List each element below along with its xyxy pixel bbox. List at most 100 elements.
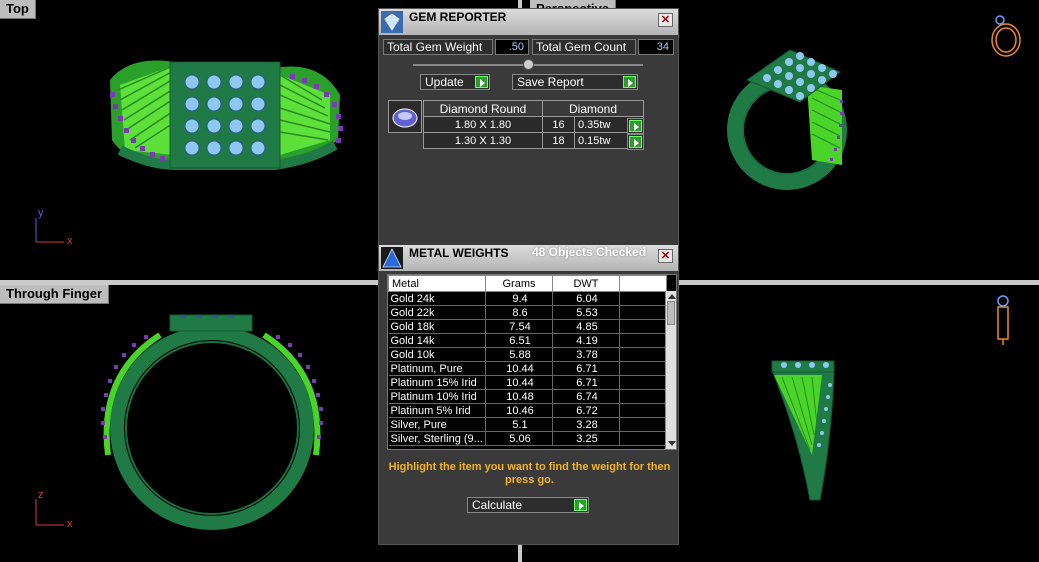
scroll-up-icon[interactable]	[668, 294, 676, 299]
metal-name: Platinum 10% Irid	[388, 389, 486, 404]
gem-count: 18	[542, 132, 575, 149]
viewport-label-top: Top	[0, 0, 36, 19]
go-arrow-icon	[629, 136, 642, 148]
metal-row[interactable]: Silver, Pure 5.1 3.28	[388, 417, 667, 432]
ring-preview-icon	[991, 15, 1021, 57]
side-preview-icon	[997, 295, 1009, 345]
metal-name: Platinum 15% Irid	[388, 375, 486, 390]
metal-dwt: 3.28	[552, 417, 620, 432]
metal-row[interactable]: Platinum, Pure 10.44 6.71	[388, 361, 667, 376]
update-label: Update	[425, 75, 464, 89]
metal-dwt: 3.78	[552, 347, 620, 362]
metal-header-blank	[619, 275, 667, 292]
metal-blank-cell	[619, 305, 667, 320]
metal-grams: 8.6	[485, 305, 553, 320]
gem-reporter-title: GEM REPORTER	[409, 10, 507, 24]
metal-grams: 7.54	[485, 319, 553, 334]
metal-dwt: 6.72	[552, 403, 620, 418]
total-gem-weight-label: Total Gem Weight	[383, 39, 493, 55]
metal-grams: 9.4	[485, 291, 553, 306]
go-arrow-icon	[623, 76, 636, 88]
diamond-thumbnail[interactable]	[388, 100, 422, 133]
metal-scrollbar[interactable]	[665, 291, 676, 449]
metal-weights-icon	[381, 247, 403, 269]
metal-header-grams[interactable]: Grams	[485, 275, 553, 292]
metal-grams: 10.46	[485, 403, 553, 418]
metal-blank-cell	[619, 333, 667, 348]
metal-dwt: 4.19	[552, 333, 620, 348]
close-icon[interactable]: ✕	[658, 249, 673, 263]
metal-blank-cell	[619, 291, 667, 306]
metal-row[interactable]: Platinum 15% Irid 10.44 6.71	[388, 375, 667, 390]
metal-header-metal[interactable]: Metal	[388, 275, 486, 292]
metal-name: Silver, Pure	[388, 417, 486, 432]
save-report-button[interactable]: Save Report	[512, 74, 638, 90]
scroll-down-icon[interactable]	[668, 441, 676, 446]
gem-count: 16	[542, 116, 575, 133]
metal-dwt: 6.71	[552, 361, 620, 376]
metal-weights-title: METAL WEIGHTS	[409, 246, 509, 260]
gem-row-go-button[interactable]	[627, 134, 644, 150]
gem-size: 1.30 X 1.30	[423, 132, 543, 149]
metal-weights-titlebar[interactable]: METAL WEIGHTS 48 Objects Checked ✕	[379, 245, 678, 271]
metal-grams: 10.44	[485, 375, 553, 390]
gem-header-shape: Diamond Round	[423, 100, 543, 117]
metal-row[interactable]: Platinum 10% Irid 10.48 6.74	[388, 389, 667, 404]
metal-blank-cell	[619, 375, 667, 390]
metal-name: Silver, Sterling (9...	[388, 431, 486, 446]
metal-row[interactable]: Gold 10k 5.88 3.78	[388, 347, 667, 362]
metal-name: Gold 10k	[388, 347, 486, 362]
go-arrow-icon	[629, 120, 642, 132]
metal-grams: 5.06	[485, 431, 553, 446]
gem-row[interactable]: 1.30 X 1.30 18 0.15tw	[423, 132, 644, 149]
metal-dwt: 6.04	[552, 291, 620, 306]
gem-row-go-button[interactable]	[627, 118, 644, 134]
metal-blank-cell	[619, 389, 667, 404]
metal-grams: 10.44	[485, 361, 553, 376]
calculate-button[interactable]: Calculate	[467, 497, 589, 513]
calculate-label: Calculate	[472, 498, 523, 512]
metal-row[interactable]: Gold 22k 8.6 5.53	[388, 305, 667, 320]
gem-size: 1.80 X 1.80	[423, 116, 543, 133]
update-button[interactable]: Update	[420, 74, 490, 90]
slider-knob[interactable]	[523, 59, 534, 70]
metal-grams: 5.88	[485, 347, 553, 362]
metal-name: Gold 18k	[388, 319, 486, 334]
metal-blank-cell	[619, 347, 667, 362]
axis-y-label: y	[38, 207, 44, 219]
metal-row[interactable]: Gold 14k 6.51 4.19	[388, 333, 667, 348]
metal-dwt: 6.74	[552, 389, 620, 404]
metal-name: Gold 14k	[388, 333, 486, 348]
metal-blank-cell	[619, 403, 667, 418]
axis-x-label: x	[67, 235, 73, 247]
metal-row[interactable]: Platinum 5% Irid 10.46 6.72	[388, 403, 667, 418]
metal-name: Gold 22k	[388, 305, 486, 320]
axis-x-label-finger: x	[67, 518, 73, 530]
metal-row[interactable]: Gold 24k 9.4 6.04	[388, 291, 667, 306]
metal-header-dwt[interactable]: DWT	[552, 275, 620, 292]
metal-row[interactable]: Gold 18k 7.54 4.85	[388, 319, 667, 334]
metal-grams: 10.48	[485, 389, 553, 404]
gem-weight-value: 0.15tw	[578, 134, 611, 147]
diamond-icon	[392, 108, 418, 128]
gem-reporter-titlebar[interactable]: GEM REPORTER ✕	[379, 9, 678, 35]
axis-z-label: z	[38, 489, 44, 501]
save-report-label: Save Report	[517, 75, 584, 89]
total-gem-weight-field[interactable]: .50	[495, 39, 529, 55]
scroll-thumb[interactable]	[667, 301, 675, 325]
viewport-label-through-finger: Through Finger	[0, 285, 110, 304]
metal-table: Metal Grams DWT Gold 24k 9.4 6.04 Gold 22k 8…	[388, 275, 667, 446]
go-arrow-icon	[475, 76, 488, 88]
metal-name: Platinum 5% Irid	[388, 403, 486, 418]
metal-grams: 5.1	[485, 417, 553, 432]
metal-row[interactable]: Silver, Sterling (9... 5.06 3.25	[388, 431, 667, 446]
gem-weight-value: 0.35tw	[578, 118, 611, 131]
metal-name: Gold 24k	[388, 291, 486, 306]
metal-weights-list[interactable]: Metal Grams DWT Gold 24k 9.4 6.04 Gold 22k 8…	[387, 274, 677, 450]
gem-row[interactable]: 1.80 X 1.80 16 0.35tw	[423, 116, 644, 133]
total-gem-count-field[interactable]: 34	[638, 39, 674, 55]
metal-name: Platinum, Pure	[388, 361, 486, 376]
close-icon[interactable]: ✕	[658, 13, 673, 27]
metal-blank-cell	[619, 431, 667, 446]
metal-instruction: Highlight the item you want to find the …	[388, 461, 671, 486]
